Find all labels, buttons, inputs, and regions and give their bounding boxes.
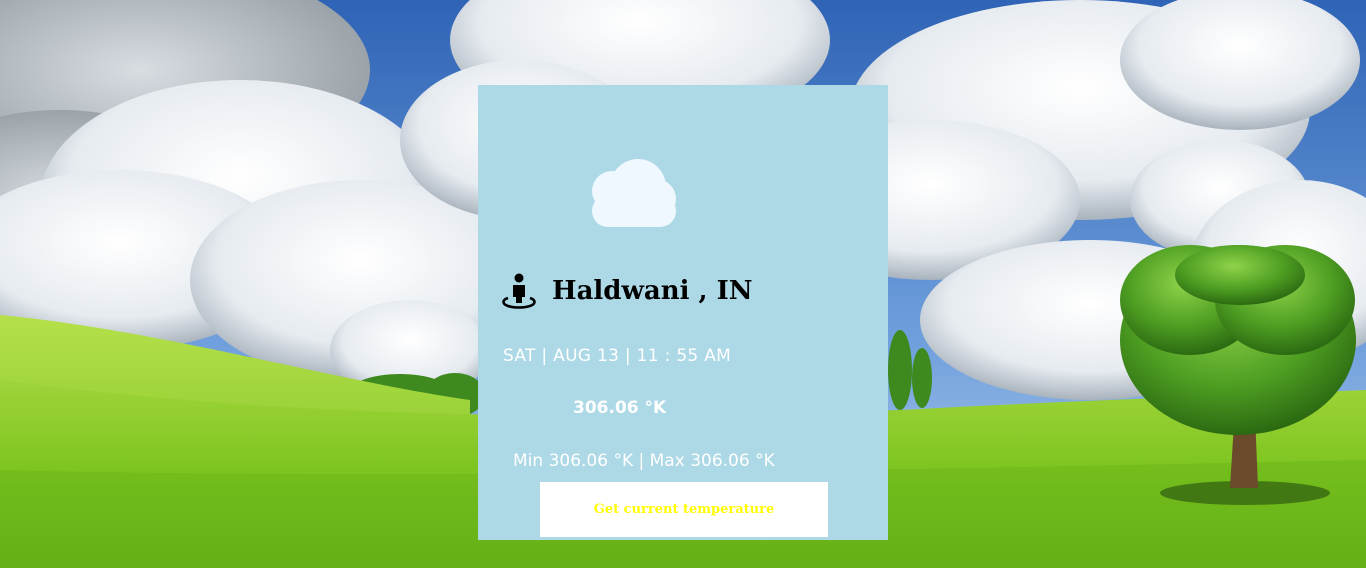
cloud-icon	[592, 159, 676, 227]
min-max-temperature: Min 306.06 °K | Max 306.06 °K	[513, 451, 775, 471]
location-name: Haldwani , IN	[552, 276, 753, 306]
weather-card: Haldwani , IN SAT | AUG 13 | 11 : 55 AM …	[478, 85, 888, 540]
date-time: SAT | AUG 13 | 11 : 55 AM	[503, 346, 732, 366]
get-current-temperature-button[interactable]: Get current temperature	[540, 482, 828, 537]
location-row: Haldwani , IN	[500, 271, 753, 311]
current-temperature: 306.06 °K	[573, 398, 667, 418]
person-location-icon	[502, 273, 536, 309]
